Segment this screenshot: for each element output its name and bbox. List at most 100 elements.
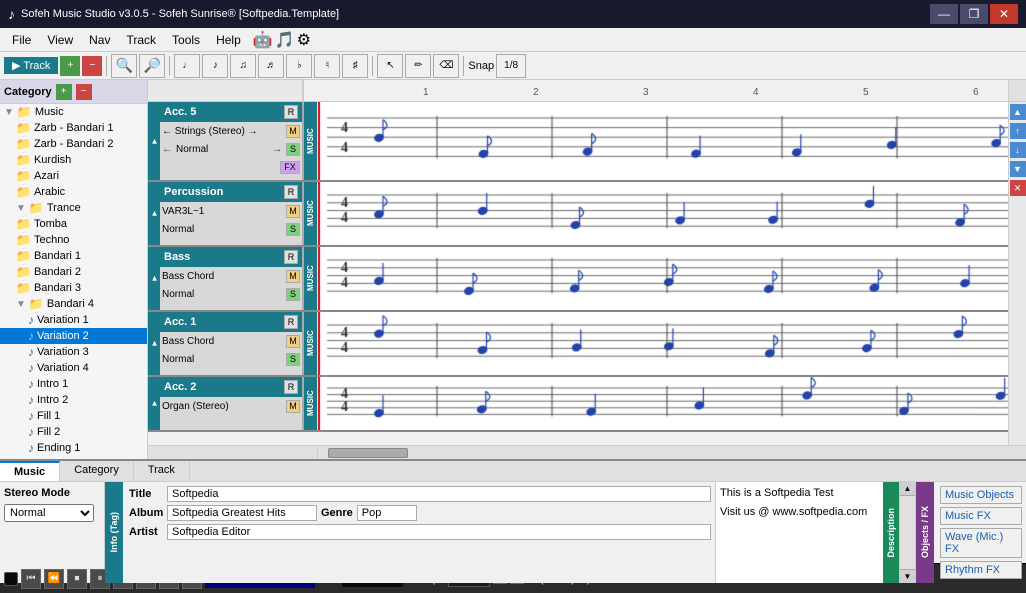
sidebar-item-bandari2[interactable]: 📁 Bandari 2: [0, 264, 147, 280]
sidebar-item-fill1[interactable]: ♪ Fill 1: [0, 408, 147, 424]
sidebar-item-arabic[interactable]: 📁 Arabic: [0, 184, 147, 200]
desc-scrollbar: ▲ ▼: [899, 482, 915, 583]
sidebar-item-variation2[interactable]: ♪ Variation 2: [0, 328, 147, 344]
menu-file[interactable]: File: [4, 31, 39, 49]
menu-view[interactable]: View: [39, 31, 81, 49]
sidebar-item-trance[interactable]: ▼ 📁 Trance: [0, 200, 147, 216]
album-input[interactable]: [167, 505, 317, 521]
track-notation-acc1[interactable]: [317, 312, 1008, 375]
track-fx-btn-acc5[interactable]: FX: [280, 161, 300, 174]
eraser-tool[interactable]: ⌫: [433, 54, 459, 78]
genre-input[interactable]: [357, 505, 417, 521]
track-r-btn-acc5[interactable]: R: [284, 105, 298, 119]
sidebar-item-azari[interactable]: 📁 Azari: [0, 168, 147, 184]
sidebar-item-intro1[interactable]: ♪ Intro 1: [0, 376, 147, 392]
zoom-in-button[interactable]: 🔍: [111, 54, 137, 78]
scrollbar-track[interactable]: [318, 446, 1026, 459]
track-notation-percussion[interactable]: [317, 182, 1008, 245]
sidebar-item-bandari1[interactable]: 📁 Bandari 1: [0, 248, 147, 264]
sidebar-item-tomba[interactable]: 📁 Tomba: [0, 216, 147, 232]
track-collapse-acc2[interactable]: ▼: [148, 377, 160, 430]
note-tool-1[interactable]: ♩: [174, 54, 200, 78]
sidebar-item-music[interactable]: ▼ 📁 Music: [0, 104, 147, 120]
toolbar-track-tab[interactable]: ▶ Track: [4, 57, 58, 74]
transport-stop-button[interactable]: ⏹: [67, 569, 87, 589]
sidebar-item-zarb2[interactable]: 📁 Zarb - Bandari 2: [0, 136, 147, 152]
track-m-btn-acc2[interactable]: M: [286, 400, 300, 413]
add-track-button[interactable]: +: [60, 56, 80, 76]
menu-nav[interactable]: Nav: [81, 31, 118, 49]
note-tool-4[interactable]: ♬: [258, 54, 284, 78]
sidebar-item-zarb1[interactable]: 📁 Zarb - Bandari 1: [0, 120, 147, 136]
scroll-close-button[interactable]: ✕: [1010, 180, 1026, 196]
track-s-btn-acc5[interactable]: S: [286, 143, 300, 156]
music-objects-button[interactable]: Music Objects: [940, 486, 1022, 504]
track-m-btn-acc5[interactable]: M: [286, 125, 300, 138]
track-m-btn-acc1[interactable]: M: [286, 335, 300, 348]
horizontal-scrollbar[interactable]: [148, 445, 1026, 459]
tab-track[interactable]: Track: [134, 461, 190, 481]
note-tool-5[interactable]: ♭: [286, 54, 312, 78]
track-s-btn-acc1[interactable]: S: [286, 353, 300, 366]
track-r-btn-acc1[interactable]: R: [284, 315, 298, 329]
scroll-down-button[interactable]: ▼: [1010, 161, 1026, 177]
sidebar-item-kurdish[interactable]: 📁 Kurdish: [0, 152, 147, 168]
wave-fx-button[interactable]: Wave (Mic.) FX: [940, 528, 1022, 558]
remove-track-button[interactable]: −: [82, 56, 102, 76]
sidebar-item-bandari4[interactable]: ▼ 📁 Bandari 4: [0, 296, 147, 312]
music-fx-button[interactable]: Music FX: [940, 507, 1022, 525]
track-r-btn-acc2[interactable]: R: [284, 380, 298, 394]
artist-input[interactable]: [167, 524, 711, 540]
track-s-btn-bass[interactable]: S: [286, 288, 300, 301]
scroll-pagedown-button[interactable]: ↓: [1010, 142, 1026, 158]
track-s-btn-percussion[interactable]: S: [286, 223, 300, 236]
pointer-tool[interactable]: ↖: [377, 54, 403, 78]
scroll-up-button[interactable]: ▲: [1010, 104, 1026, 120]
zoom-out-button[interactable]: 🔎: [139, 54, 165, 78]
sidebar-item-bandari3[interactable]: 📁 Bandari 3: [0, 280, 147, 296]
desc-scroll-down[interactable]: ▼: [900, 569, 915, 583]
track-collapse-acc5[interactable]: ▼: [148, 102, 160, 180]
sidebar-item-variation4[interactable]: ♪ Variation 4: [0, 360, 147, 376]
rhythm-fx-button[interactable]: Rhythm FX: [940, 561, 1022, 579]
scroll-pageup-button[interactable]: ↑: [1010, 123, 1026, 139]
track-r-btn-percussion[interactable]: R: [284, 185, 298, 199]
category-remove-button[interactable]: −: [76, 84, 92, 100]
close-button[interactable]: ✕: [990, 4, 1018, 24]
track-m-btn-bass[interactable]: M: [286, 270, 300, 283]
track-notation-bass[interactable]: [317, 247, 1008, 310]
track-notation-acc5[interactable]: [317, 102, 1008, 180]
menu-tools[interactable]: Tools: [164, 31, 208, 49]
track-collapse-bass[interactable]: ▼: [148, 247, 160, 310]
desc-scroll-up[interactable]: ▲: [900, 482, 915, 496]
stereo-mode-select[interactable]: Normal Wide Mono: [4, 504, 94, 522]
track-r-btn-bass[interactable]: R: [284, 250, 298, 264]
note-tool-2[interactable]: ♪: [202, 54, 228, 78]
track-collapse-acc1[interactable]: ▼: [148, 312, 160, 375]
scrollbar-thumb[interactable]: [328, 448, 408, 458]
sidebar-item-intro2[interactable]: ♪ Intro 2: [0, 392, 147, 408]
sidebar-item-variation3[interactable]: ♪ Variation 3: [0, 344, 147, 360]
menu-help[interactable]: Help: [208, 31, 249, 49]
sidebar-item-fill2[interactable]: ♪ Fill 2: [0, 424, 147, 440]
tab-category[interactable]: Category: [60, 461, 134, 481]
transport-prev-button[interactable]: ⏪: [44, 569, 64, 589]
category-add-button[interactable]: +: [56, 84, 72, 100]
minimize-button[interactable]: —: [930, 4, 958, 24]
menu-track[interactable]: Track: [118, 31, 164, 49]
tab-music[interactable]: Music: [0, 461, 60, 481]
track-collapse-percussion[interactable]: ▼: [148, 182, 160, 245]
snap-value[interactable]: 1/8: [496, 54, 526, 78]
title-input[interactable]: [167, 486, 711, 502]
track-m-btn-percussion[interactable]: M: [286, 205, 300, 218]
sidebar-item-ending1[interactable]: ♪ Ending 1: [0, 440, 147, 456]
sidebar-item-techno[interactable]: 📁 Techno: [0, 232, 147, 248]
track-notation-acc2[interactable]: [317, 377, 1008, 430]
maximize-button[interactable]: ❐: [960, 4, 988, 24]
pencil-tool[interactable]: ✏: [405, 54, 431, 78]
note-tool-7[interactable]: ♯: [342, 54, 368, 78]
note-tool-6[interactable]: ♮: [314, 54, 340, 78]
note-tool-3[interactable]: ♫: [230, 54, 256, 78]
transport-rewind-button[interactable]: ⏮: [21, 569, 41, 589]
sidebar-item-variation1[interactable]: ♪ Variation 1: [0, 312, 147, 328]
